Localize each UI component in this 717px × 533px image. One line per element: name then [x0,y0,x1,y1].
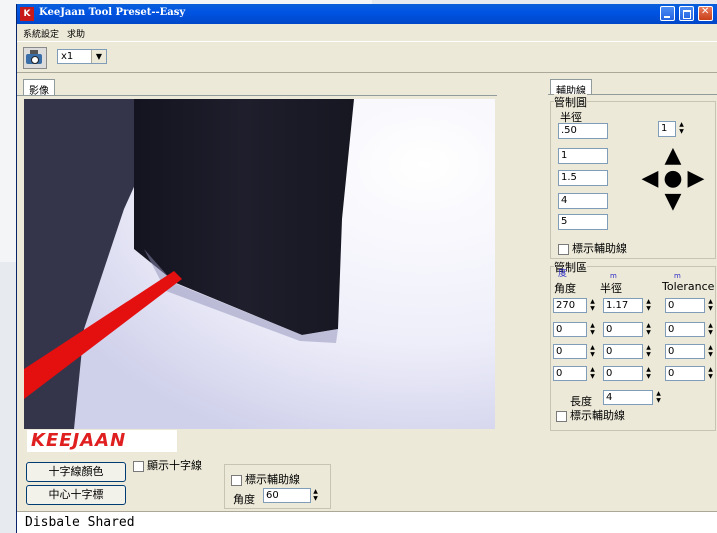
radius-unit-label: m [610,272,617,280]
zoom-value: x1 [61,51,74,62]
show-guides-label-bottom: 標示輔助線 [245,473,300,486]
radius-spinner-row-2[interactable]: ▲ ▼ [644,322,653,337]
angle-input-row-4[interactable]: 0 [553,366,587,381]
step-spinner[interactable]: ▲ ▼ [677,121,686,136]
tab-divider [17,95,497,96]
app-icon: K [20,7,34,21]
zoom-select[interactable]: x1 ▼ [57,49,107,64]
step-input[interactable]: 1 [658,121,676,137]
show-guides-label-circle: 標示輔助線 [572,242,627,255]
brand-logo: KEEJAAN [27,430,177,452]
window-title: KeeJaan Tool Preset--Easy [39,7,186,18]
chevron-down-icon[interactable]: ▼ [91,50,106,63]
checkbox-box[interactable] [133,460,144,472]
radius-input-4[interactable]: 4 [558,193,608,209]
title-bar[interactable]: K KeeJaan Tool Preset--Easy [17,4,717,24]
tab-image[interactable]: 影像 [23,79,55,97]
tolerance-input-row-2[interactable]: 0 [665,322,705,337]
arrow-up-icon[interactable]: ▲ [661,145,685,167]
tolerance-spinner-row-2[interactable]: ▲ ▼ [706,322,715,337]
center-dot-icon[interactable]: ● [661,168,685,190]
radius-input-5[interactable]: 5 [558,214,608,230]
length-spinner[interactable]: ▲ ▼ [654,390,663,405]
center-crosshair-button[interactable]: 中心十字標 [26,485,126,505]
show-crosshair-checkbox[interactable]: 顯示十字線 [133,457,202,473]
status-bar: Disbale Shared [17,511,717,533]
angle-spinner-row-3[interactable]: ▲ ▼ [588,344,597,359]
minimize-button[interactable] [660,6,675,21]
radius-spinner-row-3[interactable]: ▲ ▼ [644,344,653,359]
radius-header: 半徑 [600,282,622,295]
radius-input-1[interactable]: .50 [558,123,608,139]
camera-view[interactable] [24,99,495,429]
show-guides-checkbox-bottom[interactable]: 標示輔助線 [231,471,300,487]
angle-input-row-2[interactable]: 0 [553,322,587,337]
control-circle-title: 管制圓 [554,94,587,110]
checkbox-box[interactable] [556,410,567,422]
menu-bar: 系統設定 求助 [17,24,717,40]
tab-guides[interactable]: 輔助線 [550,79,592,97]
close-button[interactable] [698,6,713,21]
tolerance-input-row-3[interactable]: 0 [665,344,705,359]
checkbox-box[interactable] [558,243,569,255]
show-guides-label-area: 標示輔助線 [570,409,625,422]
radius-input-row-1[interactable]: 1.17 [603,298,643,313]
logo-text: KEEJAAN [31,430,127,451]
show-guides-checkbox-circle[interactable]: 標示輔助線 [558,240,627,256]
menu-help[interactable]: 求助 [67,27,85,40]
tolerance-input-row-1[interactable]: 0 [665,298,705,313]
angle-header: 角度 [554,282,576,295]
tolerance-unit-label: m [674,272,681,280]
angle-spinner[interactable]: ▲ ▼ [311,488,320,503]
arrow-left-icon[interactable]: ◀ [638,168,662,190]
crosshair-color-button[interactable]: 十字線顏色 [26,462,126,482]
angle-label: 角度 [233,493,255,506]
tolerance-header: Tolerance [662,280,715,293]
angle-spinner-row-1[interactable]: ▲ ▼ [588,298,597,313]
angle-input-row-3[interactable]: 0 [553,344,587,359]
status-text: Disbale Shared [25,515,135,530]
radius-input-3[interactable]: 1.5 [558,170,608,186]
radius-input-row-2[interactable]: 0 [603,322,643,337]
angle-spinner-row-4[interactable]: ▲ ▼ [588,366,597,381]
arrow-right-icon[interactable]: ▶ [684,168,708,190]
length-input[interactable]: 4 [603,390,653,405]
checkbox-box[interactable] [231,474,242,486]
radius-input-row-3[interactable]: 0 [603,344,643,359]
radius-input-2[interactable]: 1 [558,148,608,164]
angle-spinner-row-2[interactable]: ▲ ▼ [588,322,597,337]
angle-input[interactable]: 60 [263,488,311,503]
radius-input-row-4[interactable]: 0 [603,366,643,381]
app-window: K KeeJaan Tool Preset--Easy 系統設定 求助 x1 ▼… [16,4,717,533]
show-guides-checkbox-area[interactable]: 標示輔助線 [556,407,625,423]
toolbar: x1 ▼ [17,41,717,73]
show-crosshair-label: 顯示十字線 [147,459,202,472]
tolerance-spinner-row-3[interactable]: ▲ ▼ [706,344,715,359]
angle-unit-label: 度 [558,269,568,279]
tolerance-spinner-row-1[interactable]: ▲ ▼ [706,298,715,313]
guides-panel: 輔助線 管制圓 半徑 .50 1 1.5 4 5 1 ▲ ▼ ▲ ◀ ● ▶ ▼ … [548,76,717,511]
menu-system-settings[interactable]: 系統設定 [23,27,59,40]
tolerance-spinner-row-4[interactable]: ▲ ▼ [706,366,715,381]
maximize-button[interactable] [679,6,694,21]
angle-input-row-1[interactable]: 270 [553,298,587,313]
camera-image [24,99,495,429]
radius-spinner-row-1[interactable]: ▲ ▼ [644,298,653,313]
radius-spinner-row-4[interactable]: ▲ ▼ [644,366,653,381]
camera-icon[interactable] [23,47,47,69]
tolerance-input-row-4[interactable]: 0 [665,366,705,381]
arrow-down-icon[interactable]: ▼ [661,191,685,213]
